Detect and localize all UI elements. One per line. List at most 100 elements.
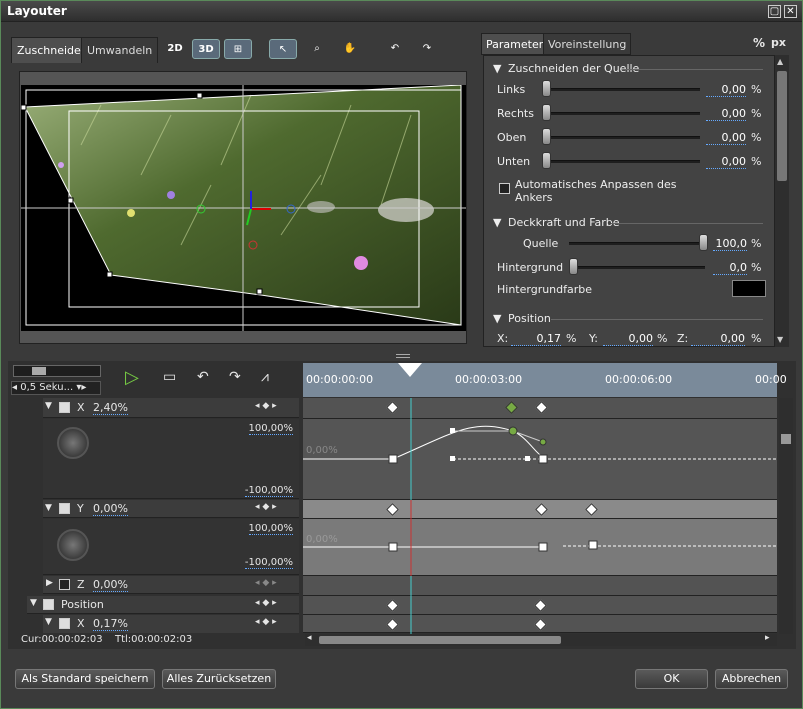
triangle-down-icon[interactable]: ▼: [493, 62, 501, 75]
crop-links-slider[interactable]: [544, 88, 700, 91]
track-x2-checkbox[interactable]: [59, 618, 70, 629]
track-position-checkbox[interactable]: [43, 599, 54, 610]
triangle-right-icon[interactable]: ▶: [46, 578, 53, 588]
tab-parameter[interactable]: Parameter: [481, 33, 549, 55]
keyframe-nav-icon[interactable]: ◂ ◆ ▸: [255, 502, 277, 512]
triangle-down-icon[interactable]: ▼: [45, 503, 52, 513]
knob-dial[interactable]: [57, 427, 89, 459]
unit-label: %: [751, 107, 762, 120]
background-slider[interactable]: [569, 266, 705, 269]
zoom-knob[interactable]: [32, 367, 46, 375]
keyframe-nav-icon[interactable]: ◂ ◆ ▸: [255, 578, 277, 588]
timeline-vscroll[interactable]: [779, 398, 793, 634]
scroll-right-icon[interactable]: ▸: [765, 633, 770, 643]
track-y-checkbox[interactable]: [59, 503, 70, 514]
scroll-thumb[interactable]: [319, 636, 561, 644]
track-header-z: ▶ Z 0,00% ◂ ◆ ▸: [43, 576, 299, 594]
triangle-down-icon[interactable]: ▼: [30, 598, 37, 608]
knob-dial[interactable]: [57, 529, 89, 561]
source-slider[interactable]: [569, 242, 705, 245]
auto-anchor-label: Automatisches Anpassen des Ankers: [515, 178, 677, 204]
splitter-handle[interactable]: [396, 354, 410, 358]
scroll-down-icon[interactable]: ▼: [777, 335, 787, 345]
crop-oben-slider[interactable]: [544, 136, 700, 139]
time-ruler[interactable]: 00:00:00:00 00:00:03:00 00:00:06:00 00:0…: [303, 363, 787, 397]
graph-min-value[interactable]: -100,00%: [244, 485, 293, 497]
ok-button[interactable]: OK: [635, 669, 708, 689]
crop-links-knob[interactable]: [542, 80, 551, 97]
keyframe-nav-icon[interactable]: ◂ ◆ ▸: [255, 598, 277, 608]
graph-max-value[interactable]: 100,00%: [248, 423, 293, 435]
crop-rechts-slider[interactable]: [544, 112, 700, 115]
grid-icon[interactable]: ⊞: [224, 39, 252, 59]
video-frame[interactable]: [21, 85, 466, 331]
pointer-icon[interactable]: ↖: [269, 39, 297, 59]
pos-z-value[interactable]: 0,00: [691, 332, 745, 346]
pos-x-label: X:: [497, 332, 509, 345]
param-scrollbar[interactable]: ▲ ▼: [775, 55, 789, 347]
crop-oben-knob[interactable]: [542, 128, 551, 145]
crop-links-value[interactable]: 0,00: [706, 83, 746, 97]
scroll-thumb[interactable]: [781, 434, 791, 444]
source-value[interactable]: 100,0: [713, 237, 747, 251]
track-y-value[interactable]: 0,00%: [93, 502, 128, 516]
track-x2-value[interactable]: 0,17%: [93, 617, 128, 631]
graph-max-value[interactable]: 100,00%: [248, 523, 293, 535]
pos-y-value[interactable]: 0,00: [603, 332, 653, 346]
triangle-down-icon[interactable]: ▼: [493, 312, 501, 325]
save-default-button[interactable]: Als Standard speichern: [15, 669, 155, 689]
pos-x-value[interactable]: 0,17: [511, 332, 561, 346]
maximize-button[interactable]: ▢: [768, 5, 781, 18]
redo-icon[interactable]: ↷: [413, 39, 441, 59]
prev-key-icon[interactable]: ↶: [197, 369, 209, 385]
track-x-value[interactable]: 2,40%: [93, 401, 128, 415]
crop-rechts-value[interactable]: 0,00: [706, 107, 746, 121]
speed-select[interactable]: ◂ 0,5 Seku... ▾▸: [11, 381, 101, 395]
triangle-down-icon[interactable]: ▼: [493, 216, 501, 229]
tab-umwandeln[interactable]: Umwandeln: [81, 37, 159, 63]
triangle-down-icon[interactable]: ▼: [45, 401, 52, 411]
background-value[interactable]: 0,0: [713, 261, 747, 275]
track-y-label: Y: [77, 502, 84, 515]
play-icon[interactable]: ▷: [125, 367, 139, 388]
scroll-left-icon[interactable]: ◂: [307, 633, 312, 643]
hand-icon[interactable]: ✋: [336, 39, 364, 59]
2d-button[interactable]: 2D: [161, 39, 189, 59]
percent-unit-button[interactable]: %: [753, 36, 765, 50]
graph-min-value[interactable]: -100,00%: [244, 557, 293, 569]
crop-unten-knob[interactable]: [542, 152, 551, 169]
bgcolor-swatch[interactable]: [732, 280, 766, 297]
comment-icon[interactable]: ▭: [163, 369, 176, 385]
crop-unten-value[interactable]: 0,00: [706, 155, 746, 169]
close-button[interactable]: ✕: [784, 5, 797, 18]
next-key-icon[interactable]: ↷: [229, 369, 241, 385]
chevron-left-icon[interactable]: ◂: [12, 382, 17, 393]
timeline-hscroll[interactable]: ◂ ▸: [305, 633, 777, 646]
zoom-slider[interactable]: [13, 365, 101, 377]
graph-icon[interactable]: ⩘: [261, 369, 269, 385]
px-unit-button[interactable]: px: [771, 36, 786, 49]
chevron-down-icon[interactable]: ▾▸: [76, 382, 86, 393]
source-knob[interactable]: [699, 234, 708, 251]
track-z-value[interactable]: 0,00%: [93, 578, 128, 592]
crop-oben-value[interactable]: 0,00: [706, 131, 746, 145]
background-knob[interactable]: [569, 258, 578, 275]
current-time: Cur:00:00:02:03: [21, 634, 103, 645]
track-header-x: ▼ X 2,40% ◂ ◆ ▸: [43, 398, 299, 418]
zoom-icon[interactable]: ⌕: [303, 39, 331, 59]
crop-unten-slider[interactable]: [544, 160, 700, 163]
cancel-button[interactable]: Abbrechen: [715, 669, 788, 689]
keyframe-nav-icon[interactable]: ◂ ◆ ▸: [255, 617, 277, 627]
track-x-checkbox[interactable]: [59, 402, 70, 413]
3d-button[interactable]: 3D: [192, 39, 220, 59]
reset-all-button[interactable]: Alles Zurücksetzen: [162, 669, 276, 689]
keyframe-nav-icon[interactable]: ◂ ◆ ▸: [255, 401, 277, 411]
crop-rechts-knob[interactable]: [542, 104, 551, 121]
auto-anchor-checkbox[interactable]: [499, 183, 510, 194]
track-z-checkbox[interactable]: [59, 579, 70, 590]
scroll-thumb[interactable]: [777, 71, 787, 181]
triangle-down-icon[interactable]: ▼: [45, 617, 52, 627]
tab-voreinstellung[interactable]: Voreinstellung: [543, 33, 632, 55]
undo-icon[interactable]: ↶: [381, 39, 409, 59]
scroll-up-icon[interactable]: ▲: [777, 57, 787, 67]
